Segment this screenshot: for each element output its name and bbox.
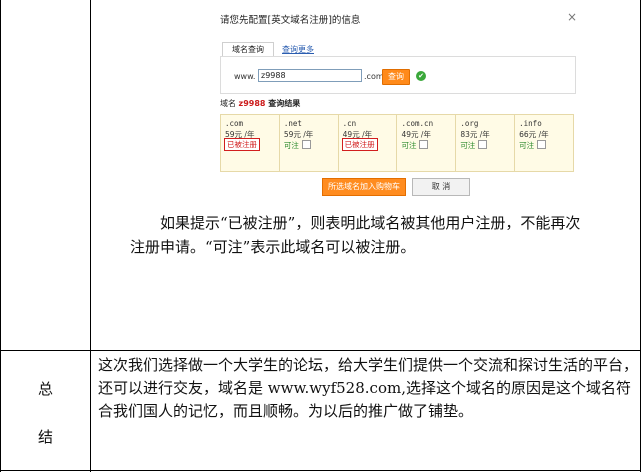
result-extension: .info bbox=[519, 119, 542, 128]
explanation-line-1: 如果提示“已被注册”，则表明此域名被其他用户注册，不能再次 bbox=[160, 214, 581, 232]
check-icon: ✔ bbox=[416, 71, 426, 81]
result-heading-post: 查询结果 bbox=[265, 99, 301, 108]
summary-label-char-2: 结 bbox=[38, 428, 54, 446]
table-column-divider bbox=[90, 0, 91, 472]
select-checkbox[interactable] bbox=[301, 140, 311, 149]
result-extension: .cn bbox=[342, 119, 357, 128]
result-extension: .org bbox=[460, 119, 479, 128]
result-cell: .org 83元 /年 可注 bbox=[456, 115, 516, 171]
domain-suffix: .com bbox=[364, 72, 384, 81]
status-taken-badge: 已被注册 bbox=[224, 138, 260, 151]
result-extension: .com bbox=[225, 119, 244, 128]
result-heading-domain: z9988 bbox=[238, 99, 266, 108]
result-extension: .com.cn bbox=[401, 119, 434, 128]
tab-domain-query[interactable]: 域名查询 bbox=[222, 42, 274, 57]
table-border-bottom bbox=[0, 470, 641, 471]
select-checkbox[interactable] bbox=[478, 140, 488, 149]
result-extension: .net bbox=[283, 119, 302, 128]
result-heading: 域名 z9988 查询结果 bbox=[220, 98, 300, 109]
add-to-cart-button[interactable]: 所选域名加入购物车 bbox=[322, 178, 406, 196]
summary-label-char-1: 总 bbox=[38, 380, 54, 398]
cancel-button[interactable]: 取 消 bbox=[412, 178, 470, 196]
status-available: 可注 bbox=[401, 141, 417, 150]
domain-config-dialog: 请您先配置[英文域名注册]的信息 × 域名查询 查询更多 www. .com 查… bbox=[216, 8, 580, 204]
select-checkbox[interactable] bbox=[537, 140, 547, 149]
result-grid: .com 59元 /年 已被注册 .net 59元 /年 可注 .cn 49元 /年 已被注册.… bbox=[220, 114, 574, 172]
domain-prefix: www. bbox=[234, 72, 256, 81]
close-icon[interactable]: × bbox=[567, 10, 577, 24]
status-taken-badge: 已被注册 bbox=[341, 138, 378, 151]
tab-query-more[interactable]: 查询更多 bbox=[282, 44, 314, 55]
result-price: 83元 /年 bbox=[460, 130, 490, 139]
result-price: 59元 /年 bbox=[283, 130, 314, 139]
result-price: 66元 /年 bbox=[519, 130, 549, 139]
table-row-divider bbox=[0, 350, 641, 351]
result-cell: .com.cn 49元 /年 可注 bbox=[397, 115, 457, 171]
result-cell: .net 59元 /年 可注 bbox=[280, 115, 339, 171]
result-cell: .cn 49元 /年 已被注册 bbox=[339, 115, 398, 171]
explanation-line-2: 注册申请。“可注”表示此域名可以被注册。 bbox=[130, 238, 416, 256]
select-checkbox[interactable] bbox=[419, 140, 429, 149]
status-available: 可注 bbox=[460, 141, 476, 150]
dialog-title: 请您先配置[英文域名注册]的信息 bbox=[220, 15, 361, 26]
table-border-right bbox=[640, 0, 641, 472]
domain-input[interactable] bbox=[258, 69, 362, 82]
result-heading-pre: 域名 bbox=[220, 99, 239, 108]
result-cell: .info 66元 /年 可注 bbox=[515, 115, 573, 171]
summary-text: 这次我们选择做一个大学生的论坛，给大学生们提供一个交流和探讨生活的平台，还可以进… bbox=[98, 356, 639, 420]
query-button[interactable]: 查询 bbox=[382, 69, 410, 85]
result-price: 49元 /年 bbox=[401, 130, 431, 139]
table-border-left bbox=[0, 0, 1, 472]
status-available: 可注 bbox=[283, 141, 299, 150]
status-available: 可注 bbox=[519, 141, 535, 150]
result-cell: .com 59元 /年 已被注册 bbox=[221, 115, 280, 171]
